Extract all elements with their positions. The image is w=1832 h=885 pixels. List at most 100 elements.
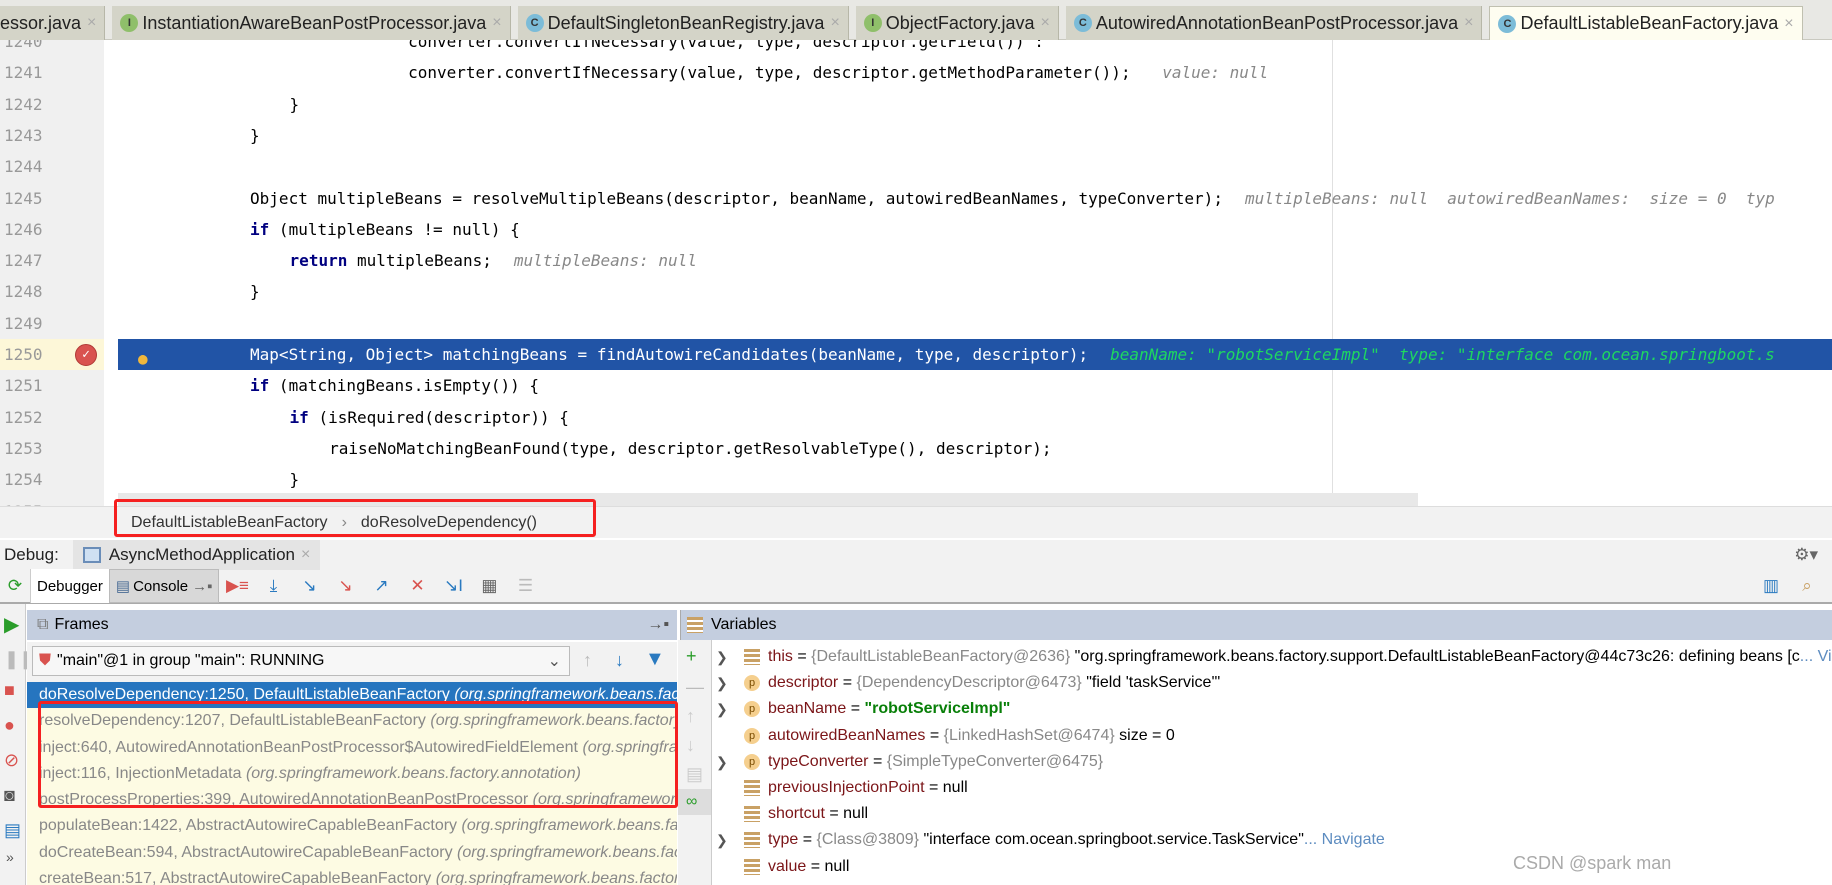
close-icon[interactable]: × [1784,15,1793,33]
code-content: Object multipleBeans = resolveMultipleBe… [250,188,1223,208]
variable-row[interactable]: previousInjectionPoint = null [712,775,1832,801]
frame-item[interactable]: createBean:517, AbstractAutowireCapableB… [27,866,677,885]
copy-icon[interactable]: ▤ [678,760,711,789]
variable-row[interactable]: p autowiredBeanNames = {LinkedHashSet@647… [712,723,1832,749]
drop-frame-icon[interactable]: ✕ [404,573,430,599]
variable-name: typeConverter [768,752,869,770]
variable-row[interactable]: ❯ p beanName = "robotServiceImpl" [712,696,1832,722]
thread-selector[interactable]: ⛊ "main"@1 in group "main": RUNNING ⌄ [32,646,570,676]
breakpoint-icon[interactable]: ✓ [75,344,97,366]
resume-icon[interactable]: ▶ [0,604,25,645]
remove-watch-icon[interactable]: — [678,673,711,702]
code-line: 1254} [0,464,1832,495]
close-icon[interactable]: × [830,14,839,32]
frame-item[interactable]: populateBean:1422, AbstractAutowireCapab… [27,813,677,839]
close-icon[interactable]: × [87,14,96,32]
line-number: 1244 [4,157,43,177]
tab-debugger[interactable]: Debugger [30,569,109,603]
step-into-icon[interactable]: ↘ [296,573,322,599]
variable-type: {LinkedHashSet@6474} [943,726,1115,744]
console-icon: ▤ [115,578,131,595]
expand-arrow-icon[interactable]: ❯ [716,696,728,722]
variable-value: null [843,805,869,823]
variable-value: null [824,857,850,875]
line-number: 1240 [4,40,43,51]
tab-5[interactable]: C DefaultListableBeanFactory.java × [1489,6,1803,40]
restore-layout-icon[interactable]: ▥ [1758,573,1784,599]
expand-arrow-icon[interactable]: ❯ [716,827,728,853]
variable-link[interactable]: ... Navigate [1304,831,1385,848]
close-icon[interactable]: × [492,14,501,32]
interface-icon: I [120,14,139,32]
equals-sign: = [868,752,887,770]
keyword: return [289,251,348,271]
expand-arrow-icon[interactable]: ❯ [716,670,728,696]
field-icon [744,649,760,665]
debug-config-label: AsyncMethodApplication [108,545,295,564]
expand-arrow-icon[interactable]: ❯ [716,749,728,775]
code-text: } [290,89,300,120]
expand-arrow-icon[interactable]: ❯ [716,644,728,670]
tab-label: essor.java [0,12,82,33]
stop-icon[interactable]: ■ [0,674,25,707]
tab-2[interactable]: C DefaultSingletonBeanRegistry.java × [517,6,849,40]
previous-frame-icon[interactable]: ↑ [583,650,592,671]
line-number: 1241 [4,63,43,83]
run-to-cursor-icon[interactable]: ↘I [440,573,466,599]
pin-icon[interactable]: →▪ [647,616,669,634]
show-execution-point-icon[interactable]: ▶≡ [224,573,250,599]
force-step-into-icon[interactable]: ↘ [332,573,358,599]
pause-icon[interactable]: ❚❚ [0,645,34,674]
variables-title: Variables [711,616,777,633]
settings-layout-icon[interactable]: ⌕ [1794,573,1820,599]
tab-1[interactable]: I InstantiationAwareBeanPostProcessor.jav… [112,6,511,40]
next-frame-icon[interactable]: ↓ [615,650,624,671]
variable-row[interactable]: ❯ this = {DefaultListableBeanFactory@2636… [712,644,1832,670]
equals-sign: = [798,831,817,849]
debug-config-tab[interactable]: AsyncMethodApplication × [72,540,321,570]
more-icon[interactable]: » [0,847,25,867]
move-up-icon[interactable]: ↑ [678,702,711,731]
tab-3[interactable]: I ObjectFactory.java × [855,6,1059,40]
tab-console[interactable]: ▤ Console →▪ [108,569,220,603]
variable-row[interactable]: ❯ p typeConverter = {SimpleTypeConverter@6… [712,749,1832,775]
variable-name: type [768,831,799,849]
close-icon[interactable]: × [1464,14,1473,32]
code-editor[interactable]: 1240 converter.convertIfNecessary(value, … [0,40,1832,506]
code-line: 1244 [0,151,1832,182]
chevron-down-icon: ⌄ [547,653,561,670]
evaluate-expression-icon[interactable]: ▦ [476,573,502,599]
view-breakpoints-icon[interactable]: ● [0,707,25,744]
step-over-icon[interactable]: ⤓ [260,573,286,599]
tab-4[interactable]: C AutowiredAnnotationBeanPostProcessor.ja… [1065,6,1483,40]
variable-row[interactable]: shortcut = null [712,801,1832,827]
filter-icon[interactable]: ▼ [645,648,665,671]
watches-icon[interactable]: ∞ [678,789,711,815]
line-number: 1253 [4,438,43,458]
field-icon [744,806,760,823]
annotation-box-breadcrumb [114,499,596,537]
console-label: Console [133,577,189,595]
close-icon[interactable]: × [1041,14,1050,32]
inline-debug-value: multipleBeans: null [513,251,697,271]
mute-breakpoints-icon[interactable]: ⊘ [0,744,25,777]
variable-link[interactable]: ... View [1800,648,1832,665]
rerun-icon[interactable]: ⟳ [2,573,28,599]
move-down-icon[interactable]: ↓ [678,731,711,760]
code-line: 1252 if (isRequired(descriptor)) { [0,402,1832,433]
frame-item[interactable]: doCreateBean:594, AbstractAutowireCapabl… [27,840,677,866]
new-watch-icon[interactable]: + [678,640,711,673]
tab-0[interactable]: Iessor.java× [0,6,106,40]
layout-icon[interactable]: ▤ [0,814,25,847]
annotation-box-frames [38,701,678,808]
step-out-icon[interactable]: ↗ [368,573,394,599]
frames-title: Frames [54,616,109,633]
line-number: 1255 [4,496,44,507]
variable-row[interactable]: ❯ type = {Class@3809} "interface com.ocea… [712,827,1832,853]
variables-tree: ❯ this = {DefaultListableBeanFactory@2636… [712,644,1832,885]
close-icon[interactable]: × [301,546,310,564]
variable-row[interactable]: ❯ p descriptor = {DependencyDescriptor@647… [712,670,1832,696]
camera-icon[interactable]: ◙ [0,777,25,814]
gear-icon[interactable]: ⚙▾ [1794,545,1818,565]
code-content: (isRequired(descriptor)) { [308,407,569,427]
